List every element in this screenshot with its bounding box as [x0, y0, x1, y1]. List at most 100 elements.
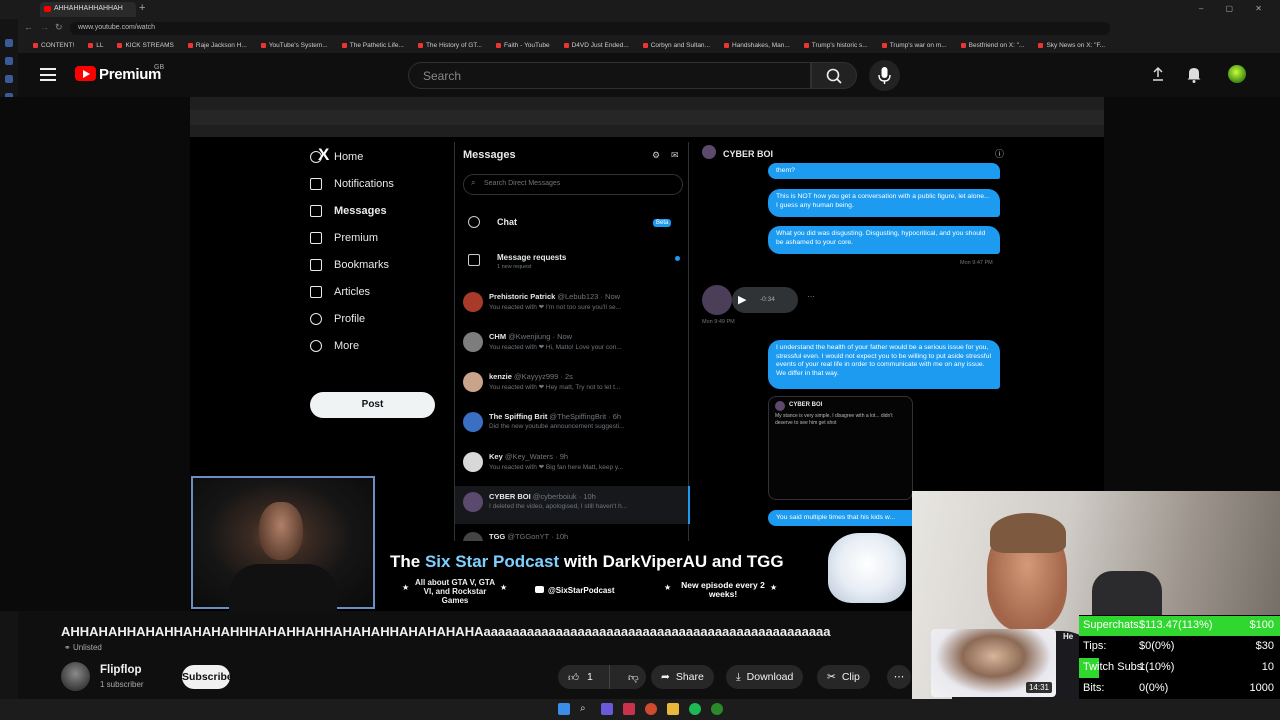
bookmark-item[interactable]: Handshakes, Man...	[717, 37, 797, 53]
subscribe-button[interactable]: Subscribe	[182, 665, 233, 689]
guest-webcam	[191, 476, 375, 612]
upload-icon[interactable]	[1151, 66, 1165, 82]
dm-sender: Prehistoric Patrick @Lebub123 · Now	[489, 292, 621, 301]
goal-target: 1000	[1249, 682, 1274, 694]
video-title: AHHAHAHHAHAHHAHAHAHHHAHAHHAHHAHAHAHHAHAH…	[61, 624, 831, 639]
windows-taskbar: ⌕	[0, 699, 1280, 720]
goal-row: Bits: 0(0%) 1000	[1079, 679, 1280, 699]
thumbs-up-icon: 👍︎	[568, 671, 579, 684]
new-tab-button[interactable]: +	[139, 2, 145, 14]
like-button[interactable]: 👍︎ 1	[558, 665, 610, 689]
bookmark-favicon-icon	[187, 42, 193, 48]
browser-app-icon[interactable]	[623, 703, 635, 715]
youtube-brand[interactable]: Premium	[99, 66, 161, 83]
file-explorer-icon[interactable]	[667, 703, 679, 715]
article-icon	[310, 286, 322, 298]
mail-icon	[310, 205, 322, 217]
youtube-logo-icon[interactable]	[75, 66, 96, 81]
dm-preview: You reacted with ❤ I'm not too sure you'…	[489, 304, 621, 311]
search-input[interactable]: Search	[408, 62, 811, 89]
voice-sender-avatar	[702, 285, 732, 315]
sidebar-app-icon[interactable]	[5, 39, 13, 47]
compose-message-icon: ✉	[671, 150, 679, 160]
quote-avatar	[775, 401, 785, 411]
share-icon: ➦	[661, 671, 670, 683]
bookmark-favicon-icon	[1038, 42, 1044, 48]
dislike-button[interactable]: 👎︎	[616, 671, 639, 684]
youtube-icon	[535, 586, 544, 593]
download-icon: ⤓	[736, 670, 741, 683]
bookmark-favicon-icon	[260, 42, 266, 48]
bookmark-item[interactable]: Raje Jackson H...	[181, 37, 254, 53]
channel-avatar[interactable]	[61, 662, 90, 691]
bookmark-item[interactable]: D4VD Just Ended...	[557, 37, 636, 53]
bookmark-item[interactable]: Trump's historic s...	[797, 37, 875, 53]
bookmark-favicon-icon	[881, 42, 887, 48]
more-icon	[310, 340, 322, 352]
notifications-bell-icon[interactable]	[1186, 66, 1202, 83]
podcast-mascot	[828, 533, 906, 603]
dm-sender: CYBER BOI @cyberboiuk · 10h	[489, 492, 596, 501]
settings-gear-icon: ⚙	[652, 150, 661, 160]
bookmark-item[interactable]: Corbyn and Sultan...	[636, 37, 717, 53]
chat-bubble-icon	[468, 216, 480, 228]
voice-search-button[interactable]	[869, 60, 900, 91]
goal-value: 1(10%)	[1139, 661, 1175, 673]
star-icon: ★	[500, 583, 508, 592]
bookmark-item[interactable]: Sky News on X: "F...	[1031, 37, 1112, 53]
bookmark-favicon-icon	[960, 42, 966, 48]
search-button[interactable]	[811, 62, 857, 89]
spotify-icon[interactable]	[689, 703, 701, 715]
frame-tab-bar	[190, 97, 1104, 110]
bookmark-item[interactable]: KICK STREAMS	[110, 37, 180, 53]
sidebar-app-icon[interactable]	[5, 57, 13, 65]
podcast-banner: The Six Star Podcast with DarkViperAU an…	[378, 533, 912, 611]
xbox-icon[interactable]	[711, 703, 723, 715]
start-icon[interactable]	[558, 703, 570, 715]
bookmark-item[interactable]: CONTENT!	[26, 37, 81, 53]
search-icon[interactable]: ⌕	[580, 703, 592, 715]
recommended-video-thumbnail[interactable]: 14:31	[931, 629, 1056, 697]
home-icon	[310, 151, 322, 163]
chat-bubble: This is NOT how you get a conversation w…	[768, 189, 1000, 217]
window-controls[interactable]: – ▢ ✕	[1199, 4, 1272, 13]
url-field[interactable]: www.youtube.com/watch	[70, 22, 1110, 35]
back-icon[interactable]: ←	[24, 22, 33, 32]
video-duration: 14:31	[1025, 682, 1052, 693]
unlisted-badge: ⚭ Unlisted	[64, 643, 102, 652]
dm-avatar	[463, 452, 483, 472]
discord-icon[interactable]	[601, 703, 613, 715]
chrome-icon[interactable]	[645, 703, 657, 715]
share-button[interactable]: ➦ Share	[651, 665, 714, 689]
browser-tab-bar: AHHAHHAHHAHHAH + – ▢ ✕	[0, 0, 1280, 19]
frame-bookmarks-bar	[190, 125, 1104, 137]
sidebar-app-icon[interactable]	[5, 75, 13, 83]
bookmark-favicon-icon	[803, 42, 809, 48]
more-actions-button[interactable]: ⋯	[887, 665, 911, 689]
bookmark-item[interactable]: Trump's war on m...	[875, 37, 954, 53]
browser-tab-active[interactable]: AHHAHHAHHAHHAH	[40, 2, 136, 17]
bookmark-item[interactable]: The History of GT...	[411, 37, 489, 53]
bookmark-item[interactable]: Bestfriend on X: "...	[954, 37, 1032, 53]
microphone-icon	[878, 67, 891, 84]
x-nav-item: Profile	[310, 309, 365, 329]
bookmark-favicon-icon	[642, 42, 648, 48]
channel-name[interactable]: Flipflop	[100, 664, 142, 676]
podcast-title: The Six Star Podcast with DarkViperAU an…	[390, 552, 784, 571]
more-options-icon: ⋯	[807, 292, 815, 301]
chat-avatar	[702, 145, 716, 159]
bookmark-item[interactable]: YouTube's System...	[254, 37, 335, 53]
reload-icon[interactable]: ↻	[55, 22, 63, 33]
forward-icon[interactable]: →	[40, 22, 49, 32]
goal-target: $100	[1249, 619, 1274, 631]
bookmark-item[interactable]: LL	[81, 37, 110, 53]
recommended-video-title[interactable]: He	[1063, 632, 1073, 641]
download-button[interactable]: ⤓ Download	[726, 665, 804, 689]
bookmark-item[interactable]: The Pathetic Life...	[335, 37, 411, 53]
goal-row: Tips: $0(0%) $30	[1079, 637, 1280, 657]
clip-button[interactable]: ✂ Clip	[817, 665, 870, 689]
bookmark-item[interactable]: Faith - YouTube	[489, 37, 557, 53]
person-hair	[990, 513, 1066, 553]
account-avatar[interactable]	[1228, 65, 1246, 83]
menu-icon[interactable]	[40, 68, 56, 81]
